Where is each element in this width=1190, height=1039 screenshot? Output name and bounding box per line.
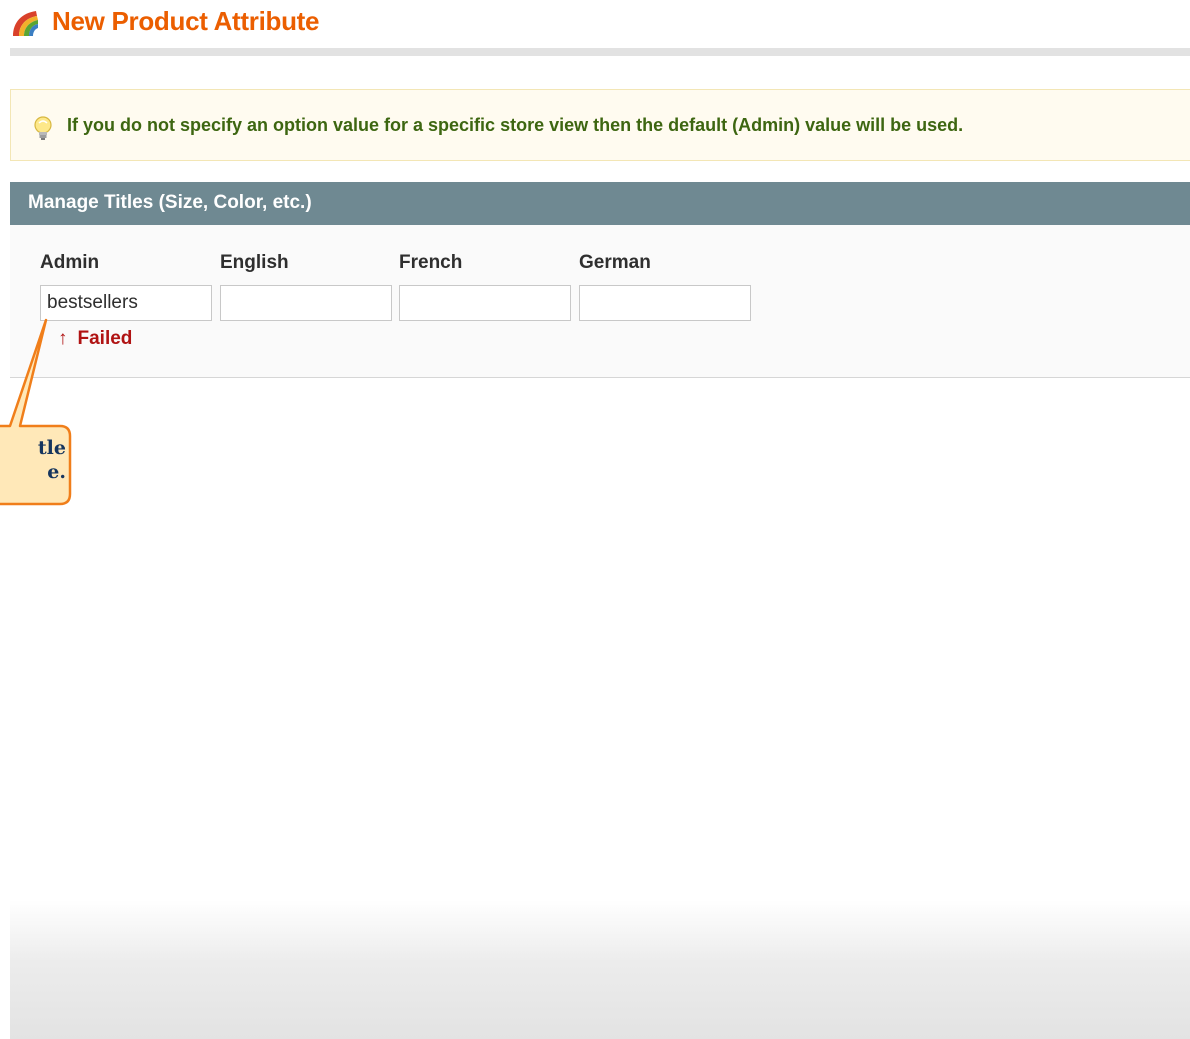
page-title: New Product Attribute: [52, 6, 320, 36]
english-title-input[interactable]: [220, 285, 392, 321]
notice-box: If you do not specify an option value fo…: [10, 89, 1190, 161]
manage-titles-title: Manage Titles (Size, Color, etc.): [28, 192, 312, 213]
page-header: New Product Attribute: [0, 0, 1190, 50]
lightbulb-icon: [34, 116, 52, 140]
column-label-french: French: [399, 252, 463, 273]
page: New Product Attribute If you do not spec…: [0, 0, 1190, 1039]
rainbow-icon: [13, 11, 38, 36]
column-label-english: English: [220, 252, 289, 273]
column-label-admin: Admin: [40, 252, 100, 273]
header-divider: [10, 48, 1190, 56]
column-label-german: German: [579, 252, 651, 273]
notice-text: If you do not specify an option value fo…: [67, 115, 964, 135]
manage-titles-header: Manage Titles (Size, Color, etc.): [10, 182, 1190, 225]
callout-text: tle e.: [37, 437, 66, 483]
french-title-input[interactable]: [399, 285, 571, 321]
page-footer-gradient: [10, 900, 1190, 1039]
validation-text: Failed: [77, 328, 133, 349]
german-title-input[interactable]: [579, 285, 751, 321]
